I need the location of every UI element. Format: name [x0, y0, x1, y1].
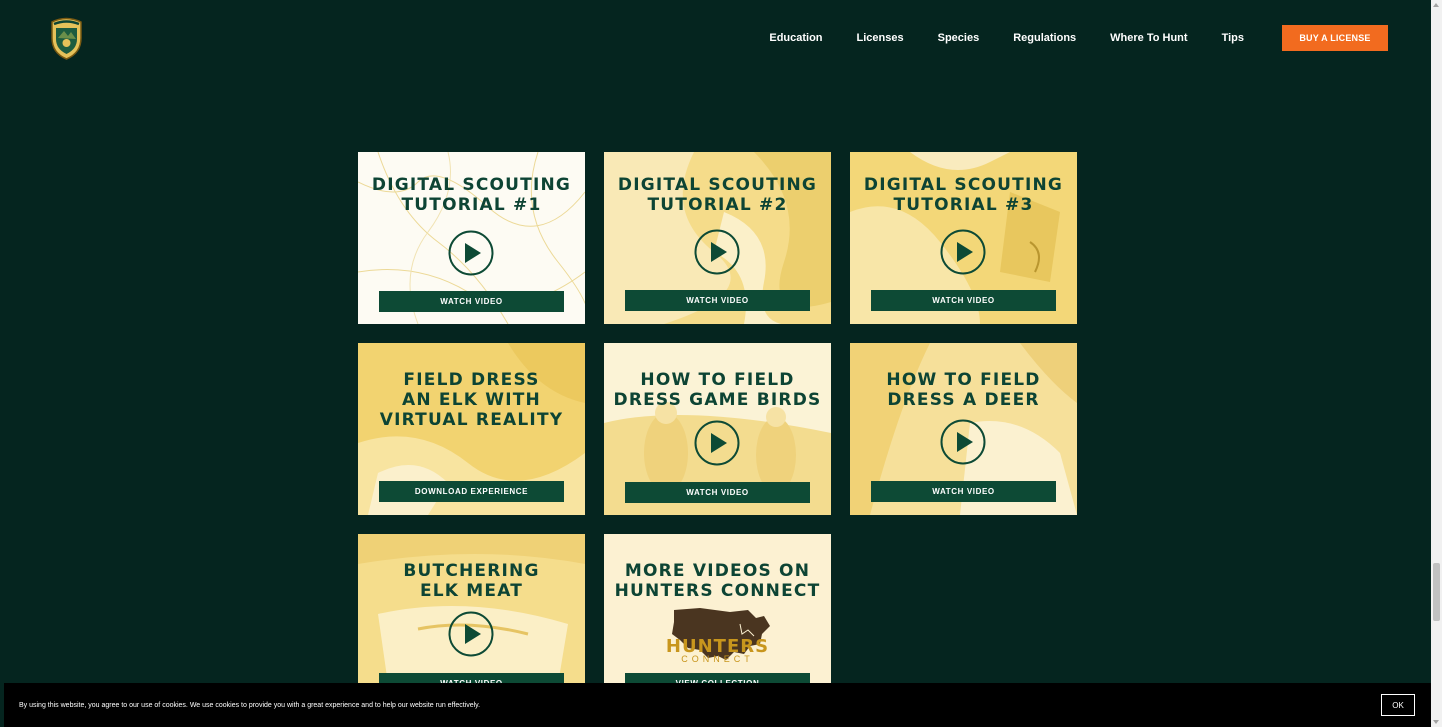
tile-title-line: DRESS A DEER — [887, 390, 1040, 410]
tile-title-line: FIELD DRESS — [403, 370, 540, 390]
tile-title-line: BUTCHERING — [403, 561, 540, 581]
scroll-down-icon[interactable] — [1433, 720, 1439, 724]
tile-title-line: TUTORIAL #3 — [893, 195, 1034, 215]
tile-digital-scouting-1[interactable]: DIGITAL SCOUTING TUTORIAL #1 WATCH VIDEO — [358, 152, 585, 324]
tile-title-line: DIGITAL SCOUTING — [371, 175, 572, 195]
nav-licenses[interactable]: Licenses — [857, 32, 904, 44]
tile-title-line: MORE VIDEOS ON — [624, 561, 811, 581]
scroll-up-icon[interactable] — [1433, 3, 1439, 7]
download-experience-button[interactable]: DOWNLOAD EXPERIENCE — [379, 481, 564, 502]
tile-title-line: TUTORIAL #1 — [401, 195, 542, 215]
tile-title-line: AN ELK WITH — [402, 390, 541, 410]
tile-title-line: HOW TO FIELD — [640, 370, 795, 390]
cookie-banner: By using this website, you agree to our … — [4, 683, 1431, 727]
tile-digital-scouting-3[interactable]: DIGITAL SCOUTING TUTORIAL #3 WATCH VIDEO — [850, 152, 1077, 324]
nav-regulations[interactable]: Regulations — [1013, 32, 1076, 44]
tile-title-line: ELK MEAT — [419, 581, 524, 601]
page: Education Licenses Species Regulations W… — [0, 0, 1431, 727]
play-icon[interactable] — [940, 419, 986, 465]
nav-species[interactable]: Species — [938, 32, 980, 44]
tile-title-line: VIRTUAL REALITY — [379, 410, 564, 430]
tile-field-dress-deer[interactable]: HOW TO FIELD DRESS A DEER WATCH VIDEO — [850, 343, 1077, 515]
tile-title-line: DIGITAL SCOUTING — [617, 175, 818, 195]
main-nav: Education Licenses Species Regulations W… — [769, 25, 1388, 51]
scrollbar[interactable] — [1431, 0, 1442, 727]
play-icon[interactable] — [940, 229, 986, 275]
tile-field-dress-game-birds[interactable]: HOW TO FIELD DRESS GAME BIRDS WATCH VIDE… — [604, 343, 831, 515]
tile-title-line: HOW TO FIELD — [886, 370, 1041, 390]
cookie-message: By using this website, you agree to our … — [19, 702, 481, 709]
watch-video-button[interactable]: WATCH VIDEO — [871, 481, 1056, 502]
nav-tips[interactable]: Tips — [1222, 32, 1244, 44]
tile-butchering-elk-meat[interactable]: BUTCHERING ELK MEAT WATCH VIDEO — [358, 534, 585, 706]
watch-video-button[interactable]: WATCH VIDEO — [625, 290, 810, 311]
watch-video-button[interactable]: WATCH VIDEO — [379, 291, 564, 312]
idaho-fish-game-logo[interactable] — [48, 16, 85, 60]
tile-title-line: TUTORIAL #2 — [647, 195, 788, 215]
scrollbar-thumb[interactable] — [1433, 563, 1440, 621]
play-icon[interactable] — [694, 420, 740, 466]
tile-field-dress-elk-vr[interactable]: FIELD DRESS AN ELK WITH VIRTUAL REALITY … — [358, 343, 585, 515]
play-icon[interactable] — [694, 229, 740, 275]
watch-video-button[interactable]: WATCH VIDEO — [871, 290, 1056, 311]
hunters-connect-logo-subtext: CONNECT — [681, 654, 754, 664]
nav-where-to-hunt[interactable]: Where To Hunt — [1110, 32, 1187, 44]
cookie-ok-button[interactable]: OK — [1381, 694, 1415, 716]
watch-video-button[interactable]: WATCH VIDEO — [625, 482, 810, 503]
play-icon[interactable] — [448, 611, 494, 657]
tile-title-line: HUNTERS CONNECT — [614, 581, 821, 601]
tile-title-line: DRESS GAME BIRDS — [613, 390, 822, 410]
tile-digital-scouting-2[interactable]: DIGITAL SCOUTING TUTORIAL #2 WATCH VIDEO — [604, 152, 831, 324]
tile-title-line: DIGITAL SCOUTING — [863, 175, 1064, 195]
play-icon[interactable] — [448, 230, 494, 276]
nav-education[interactable]: Education — [769, 32, 822, 44]
tile-more-videos-hunters-connect[interactable]: MORE VIDEOS ON HUNTERS CONNECT HUNTERS C… — [604, 534, 831, 706]
buy-license-button[interactable]: BUY A LICENSE — [1282, 25, 1388, 51]
